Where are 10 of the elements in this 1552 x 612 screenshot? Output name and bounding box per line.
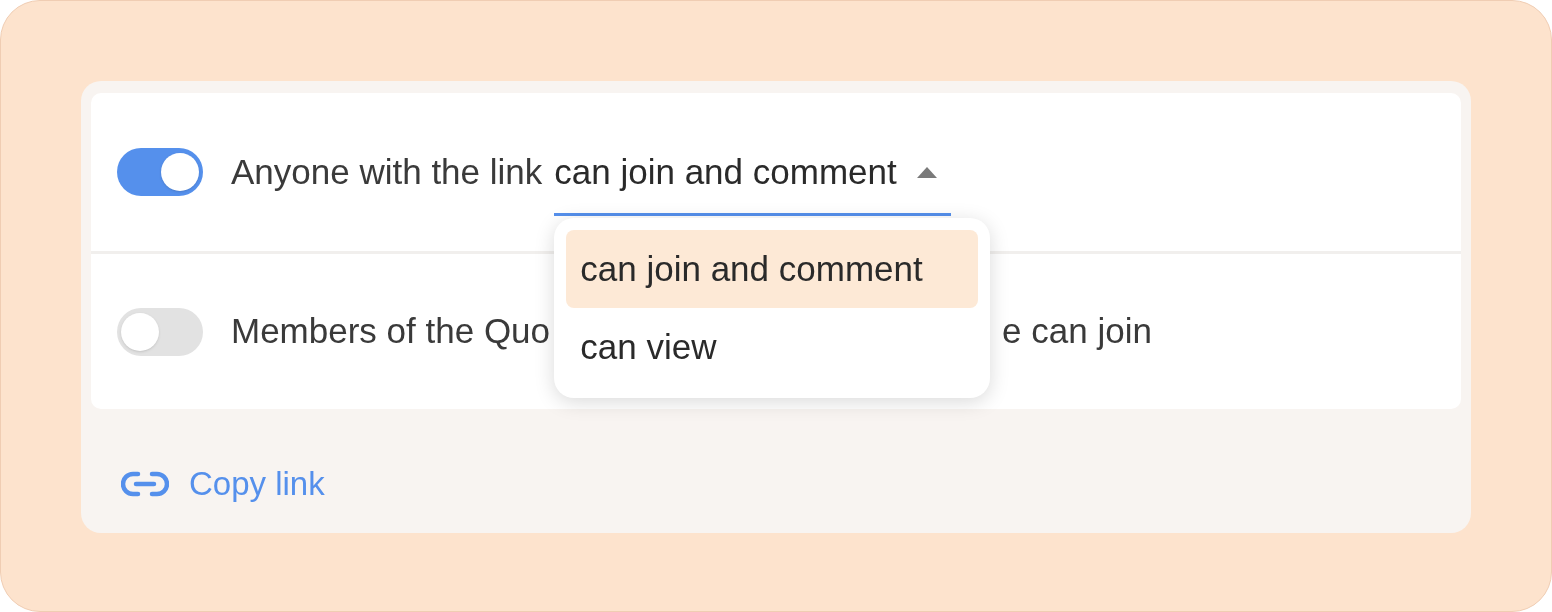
option-label: e can join [1002,310,1152,353]
link-icon [121,469,169,498]
option-label: Members of the Quo [231,310,551,353]
toggle-switch[interactable] [117,148,203,196]
caret-up-icon [916,167,937,178]
option-label: Anyone with the link [231,150,543,193]
permission-dropdown[interactable]: can join and comment [554,128,951,216]
toggle-switch[interactable] [117,307,203,356]
menu-item[interactable]: can view [566,307,979,386]
menu-item[interactable]: can join and comment [566,229,979,308]
